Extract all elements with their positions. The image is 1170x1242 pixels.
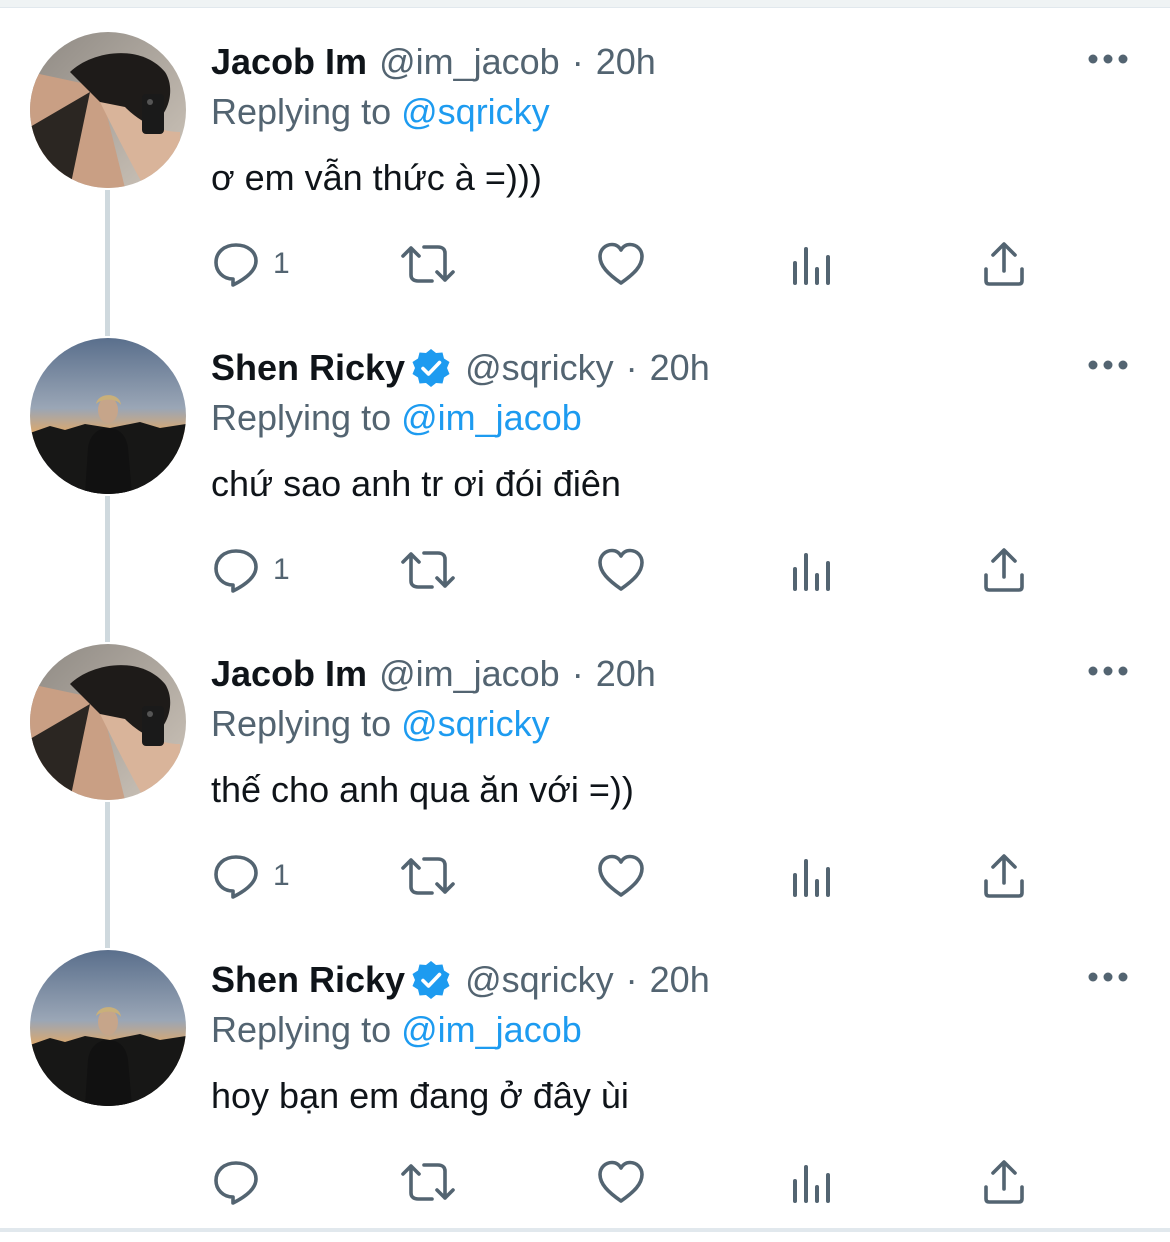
replying-to-label: Replying to xyxy=(211,703,392,744)
tweet[interactable]: Jacob Im @im_jacob · 20h Replying to @sq… xyxy=(0,0,1170,336)
share-button[interactable] xyxy=(981,238,1027,290)
heart-icon xyxy=(598,854,644,897)
reply-icon xyxy=(214,855,258,899)
reply-button[interactable] xyxy=(211,1156,273,1208)
tweet-text: ơ em vẫn thức à =))) xyxy=(211,157,542,198)
share-icon xyxy=(984,548,1024,592)
like-button[interactable] xyxy=(596,238,646,290)
tweet-text: thế cho anh qua ăn với =)) xyxy=(211,769,634,810)
reply-count: 1 xyxy=(273,859,290,892)
bottom-divider xyxy=(0,1228,1170,1232)
retweet-icon xyxy=(401,551,455,589)
replying-to-label: Replying to xyxy=(211,397,392,438)
display-name[interactable]: Jacob Im xyxy=(211,38,367,86)
retweet-icon xyxy=(401,1163,455,1201)
timestamp[interactable]: 20h xyxy=(596,38,656,86)
reply-button[interactable]: 1 xyxy=(211,238,290,290)
retweet-button[interactable] xyxy=(399,850,457,902)
share-button[interactable] xyxy=(981,544,1027,596)
share-icon xyxy=(984,854,1024,898)
reply-button[interactable]: 1 xyxy=(211,850,290,902)
like-button[interactable] xyxy=(596,1156,646,1208)
user-handle[interactable]: @sqricky xyxy=(465,956,614,1004)
views-bar-chart-icon xyxy=(793,553,830,591)
tweet[interactable]: Jacob Im @im_jacob · 20h Replying to @sq… xyxy=(0,612,1170,948)
separator-dot: · xyxy=(571,41,584,82)
replying-to-line: Replying to @im_jacob xyxy=(211,394,582,442)
timestamp[interactable]: 20h xyxy=(650,956,710,1004)
replying-to-line: Replying to @sqricky xyxy=(211,88,550,136)
action-bar: 1 xyxy=(211,850,1091,902)
user-handle[interactable]: @im_jacob xyxy=(379,38,560,86)
views-button[interactable] xyxy=(791,238,833,290)
separator-dot: · xyxy=(625,347,638,388)
tweet-header: Jacob Im @im_jacob · 20h xyxy=(211,650,656,698)
replying-to-mention[interactable]: @im_jacob xyxy=(401,397,582,438)
separator-dot: · xyxy=(571,653,584,694)
verified-badge-icon xyxy=(412,349,450,387)
avatar-shen-ricky[interactable] xyxy=(30,338,186,494)
more-dots-icon[interactable] xyxy=(1086,960,1130,994)
retweet-icon xyxy=(401,857,455,895)
share-button[interactable] xyxy=(981,1156,1027,1208)
tweet[interactable]: Shen Ricky @sqricky · 20h Replying to @i… xyxy=(0,918,1170,1224)
tweet-header: Jacob Im @im_jacob · 20h xyxy=(211,38,656,86)
timestamp[interactable]: 20h xyxy=(650,344,710,392)
tweet-header: Shen Ricky @sqricky · 20h xyxy=(211,344,710,392)
tweet-text: hoy bạn em đang ở đây ùi xyxy=(211,1075,629,1116)
tweet-header: Shen Ricky @sqricky · 20h xyxy=(211,956,710,1004)
reply-count: 1 xyxy=(273,247,290,280)
reply-icon xyxy=(214,243,258,287)
views-bar-chart-icon xyxy=(793,859,830,897)
display-name[interactable]: Jacob Im xyxy=(211,650,367,698)
views-button[interactable] xyxy=(791,850,833,902)
share-button[interactable] xyxy=(981,850,1027,902)
replying-to-mention[interactable]: @im_jacob xyxy=(401,1009,582,1050)
like-button[interactable] xyxy=(596,850,646,902)
display-name[interactable]: Shen Ricky xyxy=(211,344,405,392)
replying-to-label: Replying to xyxy=(211,91,392,132)
retweet-button[interactable] xyxy=(399,238,457,290)
views-bar-chart-icon xyxy=(793,247,830,285)
tweet-text: chứ sao anh tr ơi đói điên xyxy=(211,463,621,504)
retweet-button[interactable] xyxy=(399,544,457,596)
retweet-button[interactable] xyxy=(399,1156,457,1208)
reply-button[interactable]: 1 xyxy=(211,544,290,596)
replying-to-label: Replying to xyxy=(211,1009,392,1050)
retweet-icon xyxy=(401,245,455,283)
user-handle[interactable]: @im_jacob xyxy=(379,650,560,698)
heart-icon xyxy=(598,242,644,285)
heart-icon xyxy=(598,548,644,591)
views-bar-chart-icon xyxy=(793,1165,830,1203)
display-name[interactable]: Shen Ricky xyxy=(211,956,405,1004)
action-bar: 1 xyxy=(211,238,1091,290)
replying-to-line: Replying to @im_jacob xyxy=(211,1006,582,1054)
verified-badge-icon xyxy=(412,961,450,999)
reply-count: 1 xyxy=(273,553,290,586)
share-icon xyxy=(984,1160,1024,1204)
avatar-jacob-im[interactable] xyxy=(30,644,186,800)
views-button[interactable] xyxy=(791,1156,833,1208)
user-handle[interactable]: @sqricky xyxy=(465,344,614,392)
more-dots-icon[interactable] xyxy=(1086,348,1130,382)
avatar-jacob-im[interactable] xyxy=(30,32,186,188)
avatar-shen-ricky[interactable] xyxy=(30,950,186,1106)
tweet[interactable]: Shen Ricky @sqricky · 20h Replying to @i… xyxy=(0,306,1170,642)
replying-to-line: Replying to @sqricky xyxy=(211,700,550,748)
more-dots-icon[interactable] xyxy=(1086,42,1130,76)
heart-icon xyxy=(598,1160,644,1203)
like-button[interactable] xyxy=(596,544,646,596)
reply-icon xyxy=(214,549,258,593)
replying-to-mention[interactable]: @sqricky xyxy=(401,703,550,744)
timestamp[interactable]: 20h xyxy=(596,650,656,698)
reply-icon xyxy=(214,1161,258,1205)
action-bar xyxy=(211,1156,1091,1208)
share-icon xyxy=(984,242,1024,286)
separator-dot: · xyxy=(625,959,638,1000)
views-button[interactable] xyxy=(791,544,833,596)
more-dots-icon[interactable] xyxy=(1086,654,1130,688)
replying-to-mention[interactable]: @sqricky xyxy=(401,91,550,132)
action-bar: 1 xyxy=(211,544,1091,596)
